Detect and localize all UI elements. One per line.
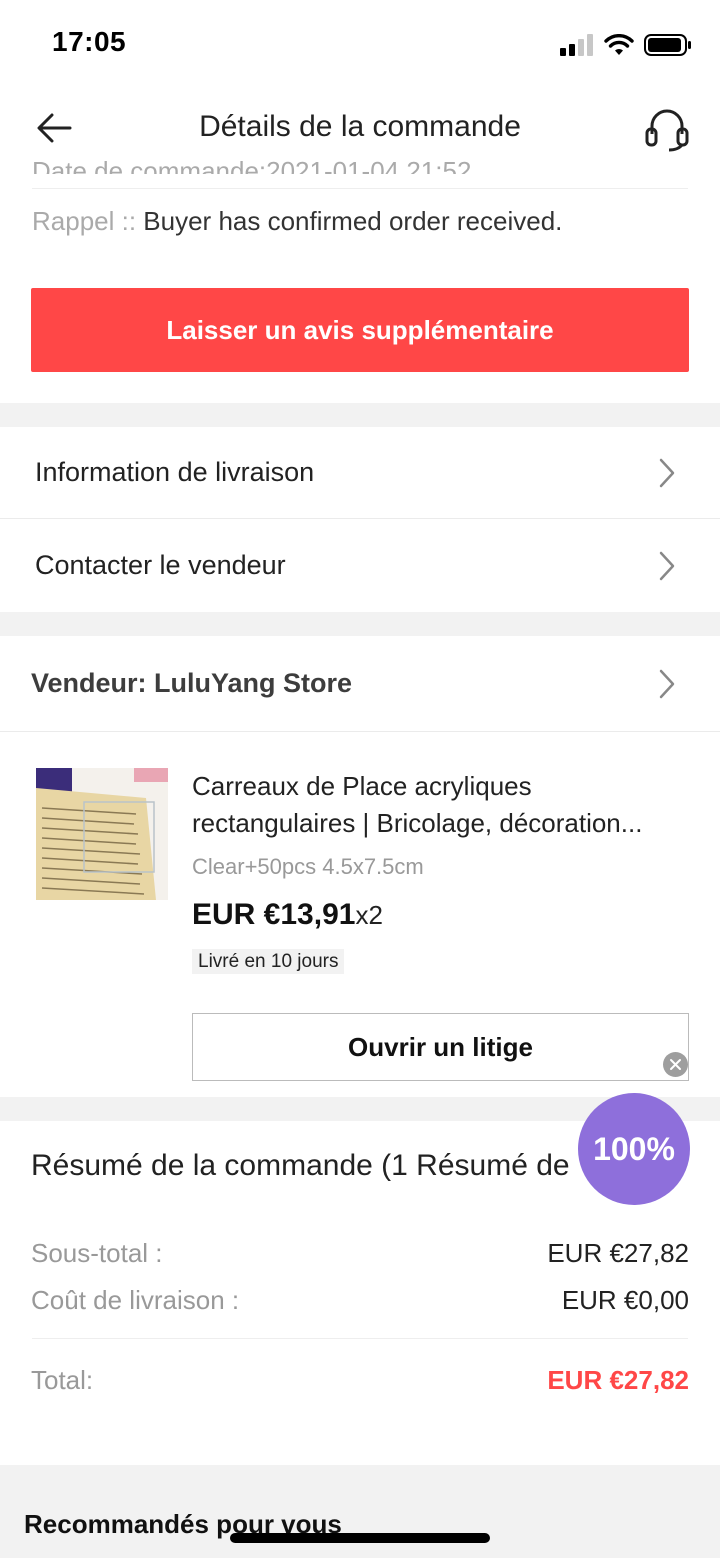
product-quantity: x2 xyxy=(355,900,383,930)
order-reminder: Rappel :: Buyer has confirmed order rece… xyxy=(32,206,562,237)
recommendations-section: Recommandés pour vous xyxy=(0,1465,720,1558)
divider xyxy=(0,731,720,732)
product-price-value: EUR €13,91 xyxy=(192,898,356,931)
progress-badge[interactable]: 100% xyxy=(578,1093,690,1205)
reminder-label: Rappel :: xyxy=(32,206,144,236)
battery-icon xyxy=(644,34,691,56)
divider xyxy=(32,188,688,189)
product-price: EUR €13,91x2 xyxy=(192,898,383,932)
delivery-information-row[interactable]: Information de livraison xyxy=(0,427,720,519)
product-photo xyxy=(36,768,168,900)
shipping-cost-label: Coût de livraison : xyxy=(31,1285,240,1315)
seller-row[interactable]: Vendeur: LuluYang Store xyxy=(0,636,720,732)
open-dispute-button[interactable]: Ouvrir un litige xyxy=(192,1013,689,1081)
delivery-information-label: Information de livraison xyxy=(35,457,315,487)
status-time: 17:05 xyxy=(52,26,127,57)
order-date-line: Date de commande:2021-01-04 21:52 xyxy=(32,148,471,174)
section-gap xyxy=(0,612,720,636)
signal-icon xyxy=(560,34,593,56)
shipping-cost-value: EUR €0,00 xyxy=(561,1285,689,1315)
headset-support-icon[interactable] xyxy=(642,104,692,154)
close-icon[interactable] xyxy=(663,1052,688,1077)
subtotal-value: EUR €27,82 xyxy=(547,1238,689,1268)
divider xyxy=(32,1338,688,1339)
status-icons xyxy=(560,30,692,60)
section-gap xyxy=(0,403,720,427)
chevron-right-icon xyxy=(659,669,675,699)
total-label: Total: xyxy=(31,1365,94,1395)
chevron-right-icon xyxy=(659,458,675,488)
seller-name: Vendeur: LuluYang Store xyxy=(31,668,353,698)
status-bar: 17:05 xyxy=(0,0,720,90)
product-variant: Clear+50pcs 4.5x7.5cm xyxy=(192,854,424,879)
delivery-time-tag: Livré en 10 jours xyxy=(192,949,345,974)
reminder-text: Buyer has confirmed order received. xyxy=(143,206,563,236)
divider xyxy=(0,518,720,519)
contact-seller-label: Contacter le vendeur xyxy=(35,550,286,580)
total-value: EUR €27,82 xyxy=(547,1365,689,1395)
chevron-right-icon xyxy=(659,551,675,581)
product-title-line-2: rectangulaires | Bricolage, décoration..… xyxy=(192,808,643,838)
product-title[interactable]: Carreaux de Place acryliques rectangulai… xyxy=(192,768,692,842)
product-title-line-1: Carreaux de Place acryliques xyxy=(192,771,532,801)
subtotal-label: Sous-total : xyxy=(31,1238,163,1268)
order-summary-title: Résumé de la commande (1 Résumé de xyxy=(31,1149,570,1182)
home-indicator[interactable] xyxy=(230,1533,490,1543)
order-date-text: Date de commande:2021-01-04 21:52 xyxy=(32,156,472,174)
close-x-icon xyxy=(670,1059,681,1070)
page-title: Détails de la commande xyxy=(199,110,521,143)
product-image[interactable] xyxy=(36,768,168,900)
contact-seller-row[interactable]: Contacter le vendeur xyxy=(0,520,720,612)
wifi-icon xyxy=(604,34,634,55)
leave-additional-review-button[interactable]: Laisser un avis supplémentaire xyxy=(31,288,689,372)
